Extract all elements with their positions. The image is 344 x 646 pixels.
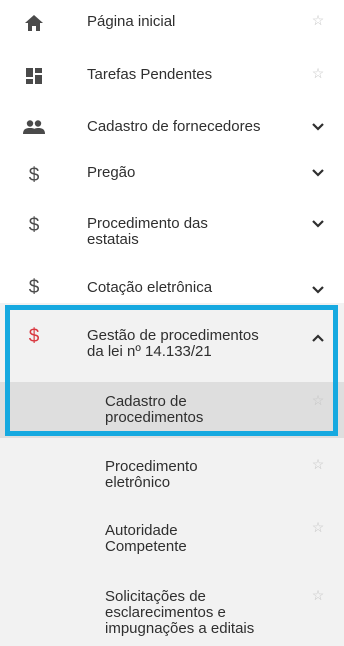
chevron-down-icon[interactable] bbox=[308, 280, 328, 300]
dashboard-icon bbox=[22, 64, 46, 88]
dollar-icon: $ bbox=[28, 164, 40, 186]
menu-item-label: Página inicial bbox=[87, 13, 176, 30]
menu-item-label: Cadastro de fornecedores bbox=[87, 118, 261, 135]
submenu-item-label: Autoridade Competente bbox=[105, 522, 187, 555]
submenu-item-autoridade-competente[interactable]: Autoridade Competente ☆ bbox=[0, 515, 344, 565]
side-menu: Página inicial ☆ Tarefas Pendentes ☆ Cad… bbox=[0, 0, 344, 646]
favorite-star-icon[interactable]: ☆ bbox=[308, 10, 328, 30]
dollar-icon: $ bbox=[28, 325, 40, 347]
favorite-star-icon[interactable]: ☆ bbox=[308, 390, 328, 410]
home-icon bbox=[22, 11, 46, 35]
submenu-item-solicitacoes[interactable]: Solicitações de esclarecimentos e impugn… bbox=[0, 583, 344, 646]
people-icon bbox=[22, 115, 46, 139]
menu-item-cotacao-eletronica[interactable]: $ Cotação eletrônica bbox=[0, 270, 344, 304]
menu-item-pagina-inicial[interactable]: Página inicial ☆ bbox=[0, 0, 344, 44]
submenu-item-label: Procedimento eletrônico bbox=[105, 458, 198, 491]
menu-item-label: Tarefas Pendentes bbox=[87, 66, 213, 83]
favorite-star-icon[interactable]: ☆ bbox=[308, 517, 328, 537]
menu-item-cadastro-de-fornecedores[interactable]: Cadastro de fornecedores bbox=[0, 105, 344, 149]
chevron-down-icon[interactable] bbox=[308, 117, 328, 137]
submenu-item-label: Solicitações de esclarecimentos e impugn… bbox=[105, 588, 255, 637]
menu-item-pregao[interactable]: $ Pregão bbox=[0, 157, 344, 201]
submenu-item-label: Cadastro de procedimentos bbox=[105, 393, 204, 426]
submenu-item-procedimento-eletronico[interactable]: Procedimento eletrônico ☆ bbox=[0, 452, 344, 502]
favorite-star-icon[interactable]: ☆ bbox=[308, 63, 328, 83]
menu-item-label: Gestão de procedimentos da lei nº 14.133… bbox=[87, 327, 259, 360]
menu-item-label: Procedimento das estatais bbox=[87, 215, 208, 248]
chevron-down-icon[interactable] bbox=[308, 214, 328, 234]
chevron-down-icon[interactable] bbox=[308, 163, 328, 183]
favorite-star-icon[interactable]: ☆ bbox=[308, 454, 328, 474]
menu-item-label: Pregão bbox=[87, 164, 136, 181]
menu-item-label: Cotação eletrônica bbox=[87, 279, 213, 296]
chevron-up-icon[interactable] bbox=[308, 328, 328, 348]
submenu-item-cadastro-de-procedimentos[interactable]: Cadastro de procedimentos ☆ bbox=[0, 382, 344, 438]
favorite-star-icon[interactable]: ☆ bbox=[308, 585, 328, 605]
menu-item-tarefas-pendentes[interactable]: Tarefas Pendentes ☆ bbox=[0, 53, 344, 97]
dollar-icon: $ bbox=[28, 214, 40, 236]
menu-item-gestao-de-procedimentos[interactable]: $ Gestão de procedimentos da lei nº 14.1… bbox=[0, 310, 344, 382]
dollar-icon: $ bbox=[28, 276, 40, 298]
menu-item-procedimento-das-estatais[interactable]: $ Procedimento das estatais bbox=[0, 210, 344, 260]
